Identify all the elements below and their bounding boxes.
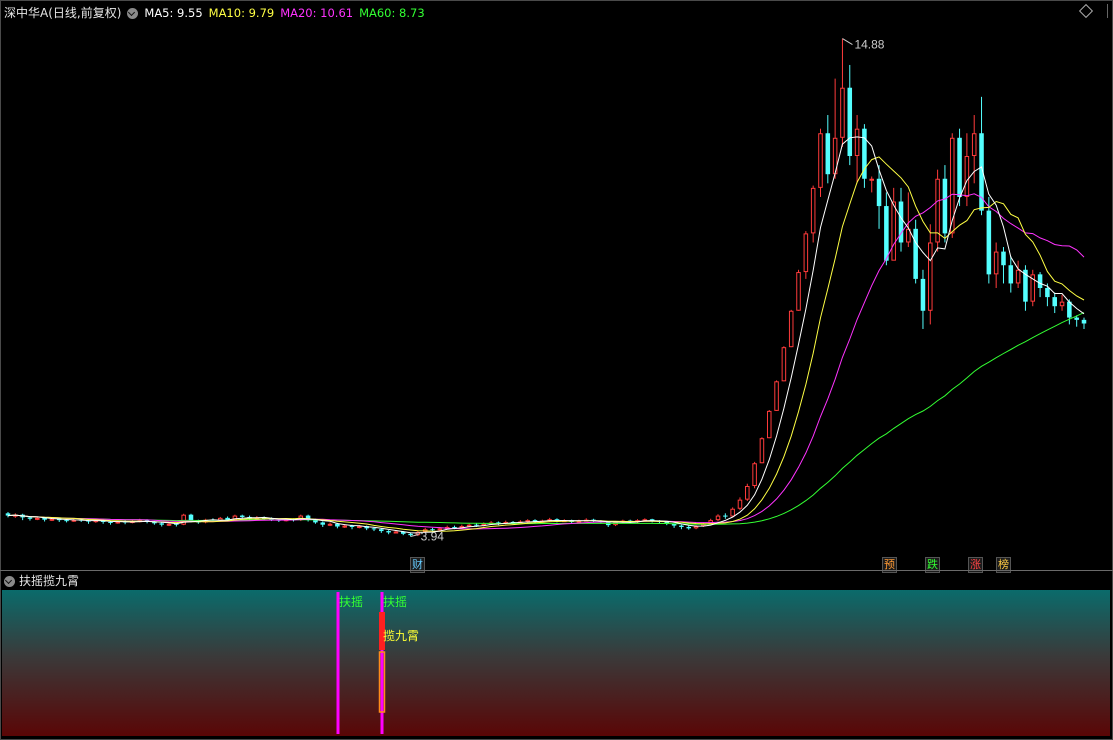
candle-body: [986, 210, 992, 275]
candle-body: [115, 521, 121, 524]
candlestick-chart[interactable]: 14.88 3.94: [0, 0, 1113, 570]
chevron-down-icon[interactable]: [4, 575, 15, 587]
ma20-line: [7, 193, 1085, 530]
candle-body: [847, 87, 853, 156]
candle-body: [818, 133, 823, 188]
candle-body: [825, 133, 831, 175]
candle-body: [379, 529, 384, 532]
candle-body: [1045, 288, 1050, 298]
indicator-background: [2, 590, 1110, 736]
candle-body: [723, 515, 728, 517]
candle-body: [730, 508, 735, 517]
candle-body: [679, 525, 684, 527]
candle-body: [957, 137, 962, 197]
candle-body: [693, 526, 699, 529]
candle-body: [64, 520, 69, 522]
candle-body: [949, 137, 955, 234]
indicator-panel: 扶摇 扶摇揽九霄: [2, 590, 1110, 736]
candle-body: [788, 310, 794, 348]
candle-body: [408, 533, 413, 536]
candle-body: [766, 410, 772, 439]
candle-body: [342, 525, 347, 528]
candle-body: [928, 242, 933, 311]
high-price-label: 14.88: [854, 38, 884, 52]
candle-body: [474, 524, 479, 526]
candle-body: [35, 517, 40, 520]
ma5-line: [7, 136, 1085, 534]
candle-body: [1059, 301, 1065, 307]
candle-body: [357, 526, 362, 529]
candle-body: [239, 515, 245, 517]
candle-body: [796, 272, 801, 311]
candle-body: [745, 486, 750, 500]
signal-label-fuyao: 扶摇: [383, 594, 407, 609]
signal-label-lanjiuxiao: 揽九霄: [383, 629, 419, 643]
candle-body: [452, 526, 457, 528]
candle-body: [386, 531, 391, 533]
candle-body: [752, 463, 757, 487]
candle-body: [737, 499, 743, 509]
candle-body: [1052, 297, 1057, 307]
candle-body: [774, 381, 779, 411]
indicator-header: 扶摇揽九霄: [4, 573, 79, 589]
candle-body: [1074, 317, 1079, 320]
candle-body: [971, 133, 977, 156]
candle-body: [759, 438, 765, 464]
candle-body: [320, 522, 326, 525]
low-price-label: 3.94: [421, 530, 445, 544]
candle-body: [466, 524, 472, 527]
candle-body: [327, 523, 333, 526]
candle-body: [393, 531, 399, 534]
candle-body: [1081, 319, 1087, 324]
candle-body: [1015, 269, 1021, 284]
candle-body: [371, 528, 377, 530]
candle-body: [854, 128, 860, 156]
candle-body: [942, 178, 948, 234]
candle-body: [876, 178, 882, 207]
high-pointer: [842, 38, 853, 45]
candle-body: [166, 523, 172, 526]
candle-body: [1001, 251, 1006, 266]
candle-body: [686, 526, 692, 529]
candle-body: [313, 520, 318, 523]
candle-body: [1008, 265, 1014, 284]
candle-body: [159, 523, 164, 525]
panel-divider[interactable]: [0, 570, 1113, 571]
candle-body: [891, 201, 896, 261]
candle-body: [993, 251, 999, 275]
candle-body: [1037, 274, 1043, 288]
candle-body: [920, 278, 926, 311]
candle-body: [803, 233, 809, 273]
candle-body: [869, 178, 874, 181]
indicator-name[interactable]: 扶摇揽九霄: [19, 573, 79, 589]
signal-label-fuyao: 扶摇: [339, 594, 363, 609]
candle-body: [884, 206, 889, 261]
ma60-line: [7, 312, 1085, 525]
candle-body: [108, 521, 113, 523]
candle-body: [964, 156, 970, 197]
candle-body: [715, 515, 721, 521]
candle-body: [810, 187, 816, 234]
candle-body: [840, 87, 845, 138]
candle-body: [781, 347, 787, 382]
candle-body: [913, 228, 918, 279]
candle-body: [49, 518, 55, 521]
candle-body: [27, 517, 33, 519]
